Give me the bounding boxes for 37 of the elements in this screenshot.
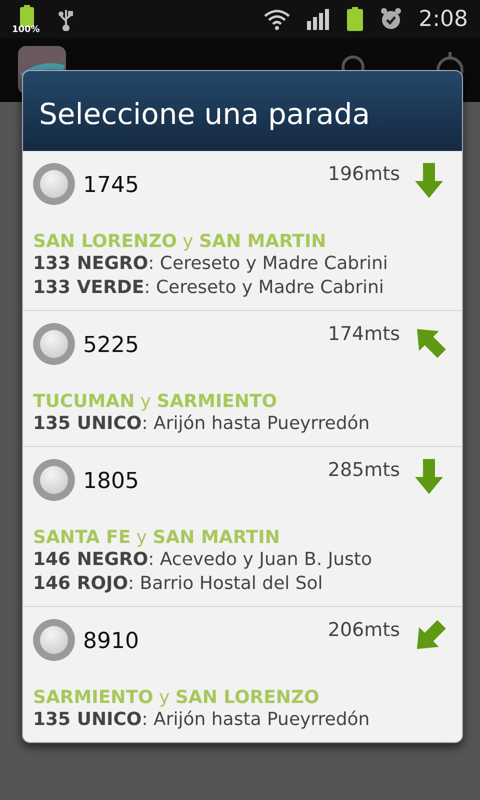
intersection-name: SAN LORENZO y SAN MARTIN — [33, 231, 328, 252]
signal-icon — [306, 8, 331, 30]
intersection-name: TUCUMAN y SARMIENTO — [33, 391, 278, 412]
intersection-name: SARMIENTO y SAN LORENZO — [33, 687, 320, 708]
clock-time: 2:08 — [418, 6, 468, 32]
bus-line: 135 UNICO: Arijón hasta Pueyrredón — [33, 412, 371, 436]
radio-button[interactable] — [33, 459, 75, 501]
stop-number: 8910 — [83, 629, 139, 654]
bus-line: 133 VERDE: Cereseto y Madre Cabrini — [33, 276, 385, 300]
stop-number: 1745 — [83, 173, 139, 198]
intersection-name: SANTA FE y SAN MARTIN — [33, 527, 281, 548]
stop-item[interactable]: 1745 196mts SAN LORENZO y SAN MARTIN 133 NEGRO: Cereseto y Madre Cabrini 133 VERDE: Cereseto y Madre Cabrini — [23, 151, 462, 310]
stop-distance: 196mts — [328, 163, 400, 185]
battery-icon — [20, 5, 34, 27]
direction-arrow-icon — [414, 163, 444, 199]
stop-number: 1805 — [83, 469, 139, 494]
bus-line: 133 NEGRO: Cereseto y Madre Cabrini — [33, 252, 389, 276]
stop-distance: 174mts — [328, 323, 400, 345]
bus-line: 146 ROJO: Barrio Hostal del Sol — [33, 572, 324, 596]
battery-icon — [346, 7, 363, 31]
stop-item[interactable]: 8910 206mts SARMIENTO y SAN LORENZO 135 UNICO: Arijón hasta Pueyrredón — [23, 606, 462, 742]
radio-button[interactable] — [33, 163, 75, 205]
usb-icon — [58, 7, 74, 31]
bus-line: 135 UNICO: Arijón hasta Pueyrredón — [33, 708, 371, 732]
battery-percent: 100% — [12, 25, 40, 35]
stop-number: 5225 — [83, 333, 139, 358]
radio-button[interactable] — [33, 323, 75, 365]
stop-distance: 206mts — [328, 619, 400, 641]
stop-item[interactable]: 5225 174mts TUCUMAN y SARMIENTO 135 UNICO: Arijón hasta Pueyrredón — [23, 310, 462, 446]
wifi-icon — [262, 7, 291, 31]
stop-item[interactable]: 1805 285mts SANTA FE y SAN MARTIN 146 NEGRO: Acevedo y Juan B. Justo 146 ROJO: Barrio Hostal del Sol — [23, 446, 462, 606]
radio-button[interactable] — [33, 619, 75, 661]
dialog-title: Seleccione una parada — [23, 71, 462, 151]
direction-arrow-icon — [414, 459, 444, 495]
stop-distance: 285mts — [328, 459, 400, 481]
bus-line: 146 NEGRO: Acevedo y Juan B. Justo — [33, 548, 373, 572]
alarm-clock-icon — [378, 7, 403, 31]
